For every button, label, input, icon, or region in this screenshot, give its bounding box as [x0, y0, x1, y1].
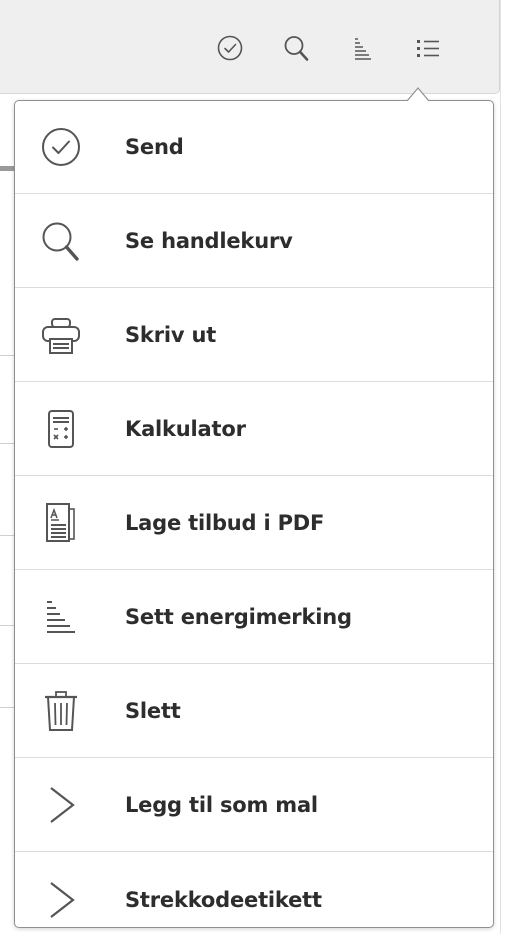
more-menu-button[interactable] [406, 26, 450, 70]
chevron-right-icon [37, 781, 85, 829]
toolbar [0, 0, 500, 94]
menu-item-label: Legg til som mal [125, 793, 318, 817]
trash-icon [37, 687, 85, 735]
menu-item-label: Send [125, 135, 184, 159]
menu-item-label: Kalkulator [125, 417, 246, 441]
pdf-document-icon [37, 499, 85, 547]
menu-item-label: Lage tilbud i PDF [125, 511, 325, 535]
list-icon [417, 40, 439, 57]
menu-pointer [407, 87, 429, 101]
calculator-icon [37, 405, 85, 453]
menu-item-view-cart[interactable]: Se handlekurv [15, 195, 493, 288]
menu-item-print[interactable]: Skriv ut [15, 289, 493, 382]
menu-item-calculator[interactable]: Kalkulator [15, 383, 493, 476]
send-button[interactable] [208, 26, 252, 70]
check-circle-icon [37, 123, 85, 171]
energy-label-button[interactable] [340, 26, 384, 70]
energy-label-icon [37, 593, 85, 641]
background-divider [0, 355, 14, 356]
menu-item-label: Se handlekurv [125, 229, 293, 253]
menu-item-send[interactable]: Send [15, 101, 493, 194]
background-divider [0, 166, 14, 171]
menu-item-label: Slett [125, 699, 181, 723]
search-icon [284, 36, 309, 61]
background-divider [0, 535, 14, 536]
menu-item-label: Strekkodeetikett [125, 887, 322, 912]
background-divider [0, 443, 14, 444]
background-divider [0, 707, 14, 708]
menu-item-label: Skriv ut [125, 323, 217, 347]
printer-icon [37, 311, 85, 359]
menu-item-barcode-label[interactable]: Strekkodeetikett [15, 853, 493, 946]
page-right-edge [500, 0, 523, 934]
background-divider [0, 625, 14, 626]
menu-item-create-pdf-quote[interactable]: Lage tilbud i PDF [15, 477, 493, 570]
search-icon [37, 217, 85, 265]
energy-label-icon [355, 38, 371, 60]
menu-item-set-energy-label[interactable]: Sett energimerking [15, 571, 493, 664]
menu-item-label: Sett energimerking [125, 605, 352, 629]
chevron-right-icon [37, 876, 85, 924]
actions-menu: Send Se handlekurv Skriv ut Kalkulator L… [14, 100, 494, 928]
menu-item-delete[interactable]: Slett [15, 665, 493, 758]
check-circle-icon [217, 35, 243, 61]
menu-item-add-as-template[interactable]: Legg til som mal [15, 759, 493, 852]
search-button[interactable] [274, 26, 318, 70]
